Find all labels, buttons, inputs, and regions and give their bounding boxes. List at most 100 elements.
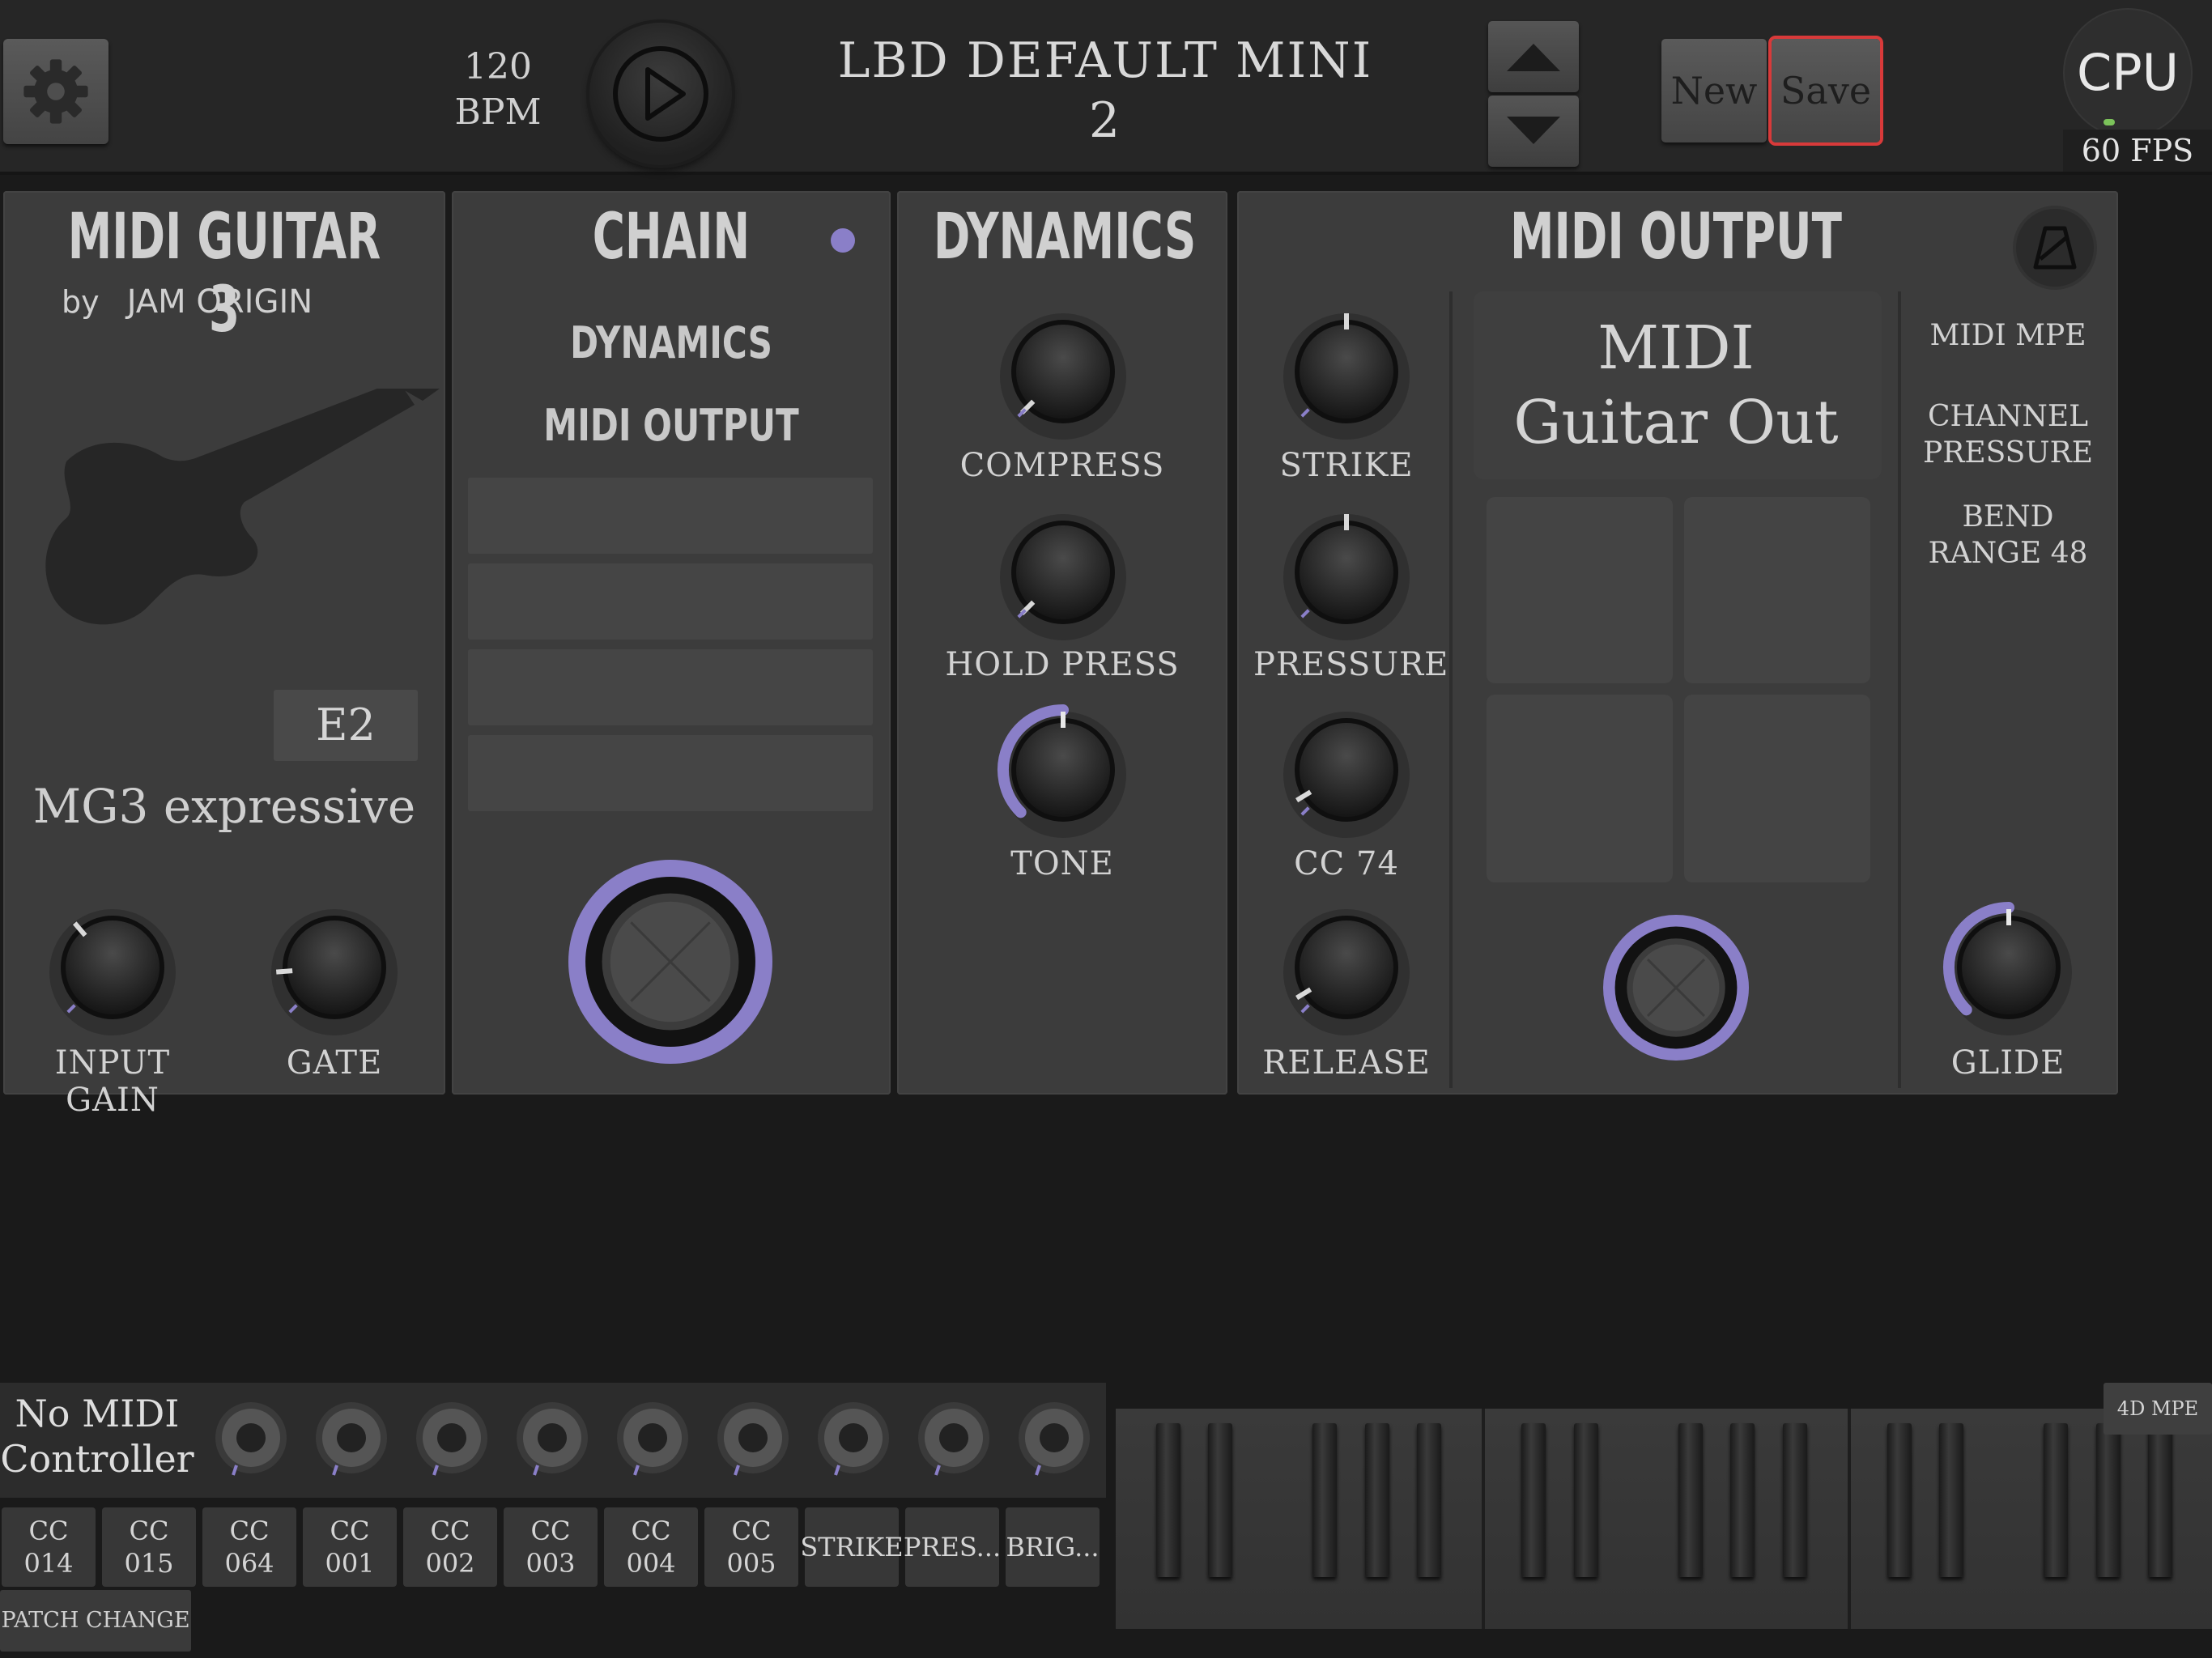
piano-keyboard[interactable] [1116,1409,2212,1629]
knob-dial [1000,514,1126,640]
chain-empty-slot[interactable] [468,649,873,725]
controller-assign-label: PRES... [903,1532,1002,1562]
controller-assign-button[interactable]: CC 001 [303,1507,397,1587]
controller-assign-button[interactable]: CC 003 [504,1507,598,1587]
black-key[interactable] [1887,1423,1912,1577]
controller-knob[interactable] [1015,1399,1093,1477]
chain-empty-slot[interactable] [468,735,873,811]
midi-output-bypass-switch[interactable] [1602,913,1750,1062]
black-key[interactable] [2095,1423,2121,1577]
knob-dial [1283,514,1410,640]
black-key[interactable] [1521,1423,1546,1577]
controller-assign-button[interactable]: CC 064 [202,1507,296,1587]
controller-assign-button[interactable]: CC 014 [2,1507,96,1587]
black-key[interactable] [1364,1423,1389,1577]
strike-label: STRIKE [1279,447,1414,484]
controller-knob[interactable] [413,1399,491,1477]
preset-name[interactable]: LBD DEFAULT MINI 2 [810,31,1401,151]
save-button[interactable]: Save [1772,39,1880,142]
cc74-knob[interactable] [1278,701,1415,839]
controller-knob-dial [617,1402,688,1476]
black-key[interactable] [1312,1423,1337,1577]
black-key[interactable] [1208,1423,1232,1577]
glide-knob[interactable] [1940,899,2078,1036]
release-knob[interactable] [1278,899,1415,1036]
chain-item-dynamics[interactable]: DYNAMICS [500,317,843,368]
controller-knob[interactable] [313,1399,390,1477]
play-button[interactable] [589,23,732,165]
patch-name[interactable]: MG3 expressive [3,779,445,834]
settings-button[interactable] [3,39,108,144]
chain-bypass-switch[interactable] [567,858,774,1065]
chain-item-midi-output[interactable]: MIDI OUTPUT [500,400,843,451]
output-name: MIDI Guitar Out [1457,311,1895,460]
controller-knob[interactable] [815,1399,892,1477]
output-name-line1: MIDI [1597,313,1755,383]
controller-assign-button[interactable]: CC 015 [102,1507,196,1587]
controller-knob[interactable] [915,1399,993,1477]
controller-assign-button[interactable]: BRIG... [1006,1507,1100,1587]
xy-pad-cell[interactable] [1684,497,1870,683]
controller-assign-button[interactable]: PRES... [903,1507,1002,1587]
xy-pad-cell[interactable] [1487,695,1673,882]
controller-assign-button[interactable]: CC 005 [704,1507,798,1587]
patch-change-button[interactable]: PATCH CHANGE [0,1590,191,1652]
gate-knob[interactable] [266,899,403,1036]
pressure-label: PRESSURE [1253,646,1449,683]
controller-knob[interactable] [614,1399,691,1477]
controller-assign-button[interactable]: STRIKE [800,1507,904,1587]
cpu-meter[interactable]: CPU [2063,8,2193,138]
xy-pad-cell[interactable] [1684,695,1870,882]
black-key[interactable] [2044,1423,2068,1577]
option-midi-mpe[interactable]: MIDI MPE [1903,317,2113,354]
knob-dial [1283,909,1410,1035]
xy-pad-cell[interactable] [1487,497,1673,683]
compress-knob[interactable] [994,303,1132,440]
preset-down-button[interactable] [1488,96,1579,167]
maker-name: JAM ORIGIN [126,283,313,321]
hold-press-knob[interactable] [994,504,1132,641]
knob-dial [271,909,398,1035]
black-key[interactable] [1782,1423,1807,1577]
black-key[interactable] [1939,1423,1963,1577]
chain-empty-slot[interactable] [468,478,873,554]
controller-assign-number: 005 [726,1548,776,1579]
controller-knob[interactable] [513,1399,591,1477]
input-gain-knob[interactable] [44,899,181,1036]
tempo-display[interactable]: 120 BPM [437,45,559,135]
option-channel-pressure[interactable]: CHANNEL PRESSURE [1915,398,2101,471]
tone-knob[interactable] [994,701,1132,839]
controller-assign-label: CC [129,1516,169,1546]
black-key[interactable] [1155,1423,1180,1577]
controller-assign-number: 004 [626,1548,676,1579]
black-key[interactable] [1730,1423,1755,1577]
controller-name[interactable]: No MIDI Controller [0,1391,194,1482]
note-display[interactable]: E2 [274,690,418,761]
controller-assign-label: BRIG... [1006,1532,1100,1562]
controller-assign-button[interactable]: CC 004 [604,1507,698,1587]
controller-knob[interactable] [714,1399,792,1477]
controller-name-line1: No MIDI [15,1392,180,1435]
controller-assign-label: CC [430,1516,470,1546]
input-gain-label: INPUT GAIN [54,1044,171,1119]
strike-knob[interactable] [1278,303,1415,440]
pressure-knob[interactable] [1278,504,1415,641]
black-key[interactable] [1417,1423,1441,1577]
output-name-line2: Guitar Out [1513,388,1839,457]
tempo-value: 120 [464,46,532,87]
preset-up-button[interactable] [1488,21,1579,92]
black-key[interactable] [2148,1423,2172,1577]
octave-divider [1482,1409,1485,1629]
preset-name-line1: LBD DEFAULT MINI [837,32,1373,89]
mpe-mode-button[interactable]: 4D MPE [2104,1383,2212,1435]
metronome-button[interactable] [2016,209,2094,287]
controller-knob[interactable] [212,1399,290,1477]
option-bend-range[interactable]: BEND RANGE 48 [1927,499,2089,572]
chain-empty-slot[interactable] [468,563,873,640]
controller-assign-button[interactable]: CC 002 [403,1507,497,1587]
controller-knob-dial [717,1402,789,1476]
preset-name-line2: 2 [1088,92,1122,149]
black-key[interactable] [1573,1423,1598,1577]
new-button[interactable]: New [1661,39,1767,142]
black-key[interactable] [1678,1423,1703,1577]
